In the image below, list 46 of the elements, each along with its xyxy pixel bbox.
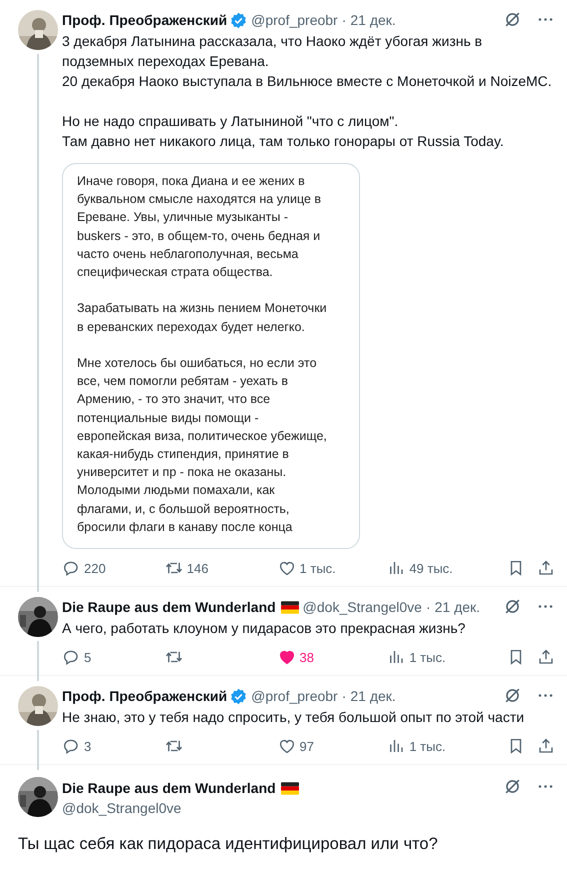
- author-name[interactable]: Die Raupe aus dem Wunderland: [62, 597, 276, 618]
- reply-count: 220: [84, 560, 106, 576]
- separator-dot: ·: [342, 11, 346, 30]
- heart-icon[interactable]: [278, 559, 296, 578]
- slashed-circle-icon[interactable]: [503, 777, 522, 796]
- post-text: Ты щас себя как пидораса идентифицировал или что?: [18, 834, 439, 856]
- author-name[interactable]: Проф. Преображенский: [62, 10, 228, 30]
- post-date[interactable]: 21 дек.: [350, 686, 396, 706]
- share-icon[interactable]: [537, 559, 555, 578]
- like-count: 97: [300, 738, 314, 754]
- image-text: Иначе говоря, пока Диана и ее жених в буквальном смысле находятся на улице в Ереване. Увы, уличные музыканты - buskers - это, в общем-то, очень бедная и часто очень неблагополучная, весьма специфическая страта общества.: [77, 173, 322, 282]
- like-count: 1 тыс.: [300, 560, 336, 576]
- author-handle[interactable]: @prof_preobr: [251, 686, 338, 706]
- reply-icon[interactable]: [62, 648, 80, 666]
- share-icon[interactable]: [537, 737, 555, 756]
- image-text: Зарабатывать на жизнь пением Монеточки в ереванских переходах будет нелегко.: [77, 300, 328, 336]
- author-name[interactable]: Проф. Преображенский: [62, 686, 228, 706]
- like-count: 38: [300, 650, 314, 665]
- share-icon[interactable]: [537, 648, 555, 666]
- slashed-circle-icon[interactable]: [503, 597, 522, 616]
- heart-icon[interactable]: [278, 648, 296, 666]
- author-name[interactable]: Die Raupe aus dem Wunderland: [62, 778, 276, 798]
- post-text: А чего, работать клоуном у пидарасов это прекрасная жизнь?: [62, 619, 466, 638]
- reply-count: 3: [84, 738, 92, 754]
- slashed-circle-icon[interactable]: [503, 686, 522, 706]
- view-count: 1 тыс.: [409, 650, 446, 665]
- attached-image[interactable]: [62, 163, 360, 550]
- image-text: Мне хотелось бы ошибаться, но если это все, чем помогли ребятам - уехать в Армению, - то это значит, что все потенциальные виды помощи - европейская виза, политическое убежище, какая-нибудь стипендия, принятие в университет и пр - пока не оказаны. Молодыми людьми помахали, как флагами, и, с большой вероятность, бросили флаги в канаву после конца: [77, 355, 328, 536]
- heart-icon[interactable]: [278, 737, 296, 756]
- author-handle[interactable]: @dok_Strangel0ve: [62, 798, 182, 818]
- view-count: 49 тыс.: [409, 560, 453, 576]
- reply-icon[interactable]: [62, 737, 80, 756]
- reply-count: 5: [84, 650, 92, 665]
- separator-dot: ·: [342, 687, 346, 706]
- author-handle[interactable]: @prof_preobr: [251, 10, 338, 30]
- post-date[interactable]: 21 дек.: [350, 10, 396, 30]
- post-text: 3 декабря Латынина рассказала, что Наоко ждёт убогая жизнь в подземных переходах Еревана. 20 декабря Наоко выступала в Вильнюсе вместе с Монеточкой и NoizeMC.: [62, 32, 552, 91]
- author-handle[interactable]: @dok_Strangel0ve: [302, 597, 422, 618]
- post-text: Но не надо спрашивать у Латыниной "что с лицом". Там давно нет никакого лица, там только гонорары от Russia Today.: [62, 112, 504, 151]
- slashed-circle-icon[interactable]: [503, 10, 522, 29]
- separator-dot: ·: [426, 598, 431, 618]
- repost-count: 146: [186, 560, 208, 576]
- reply-icon[interactable]: [62, 559, 80, 578]
- post-date[interactable]: 21 дек.: [434, 597, 480, 618]
- post-text: Не знаю, это у тебя надо спросить, у тебя большой опыт по этой части: [62, 708, 524, 728]
- view-count: 1 тыс.: [409, 738, 446, 754]
